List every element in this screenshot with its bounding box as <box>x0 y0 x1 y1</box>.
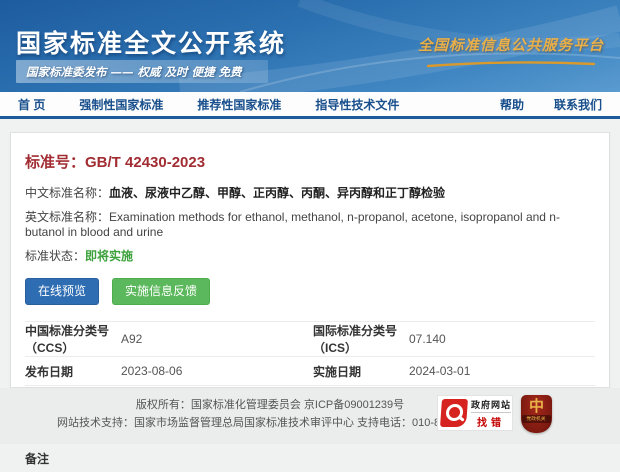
platform-name: 全国标准信息公共服务平台 <box>418 34 604 55</box>
status-badge: 即将实施 <box>85 249 133 263</box>
gov-site-error-report-badge[interactable]: 政府网站 找错 <box>437 395 513 431</box>
cn-name-line: 中文标准名称：血液、尿液中乙醇、甲醇、正丙醇、丙酮、异丙醇和正丁醇检验 <box>25 186 595 201</box>
cn-name-label: 中文标准名称： <box>25 186 109 200</box>
standard-number-value: GB/T 42430-2023 <box>85 154 205 171</box>
nav-item-mandatory-standards[interactable]: 强制性国家标准 <box>79 96 163 113</box>
table-row: 备注 <box>25 443 595 472</box>
footer-badges: 政府网站 找错 中 党政机关 <box>437 395 552 433</box>
detail-label-ics: 国际标准分类号（ICS） <box>313 322 409 356</box>
action-buttons: 在线预览 实施信息反馈 <box>25 278 595 305</box>
status-label: 标准状态： <box>25 249 85 263</box>
en-name-label: 英文标准名称： <box>25 210 109 224</box>
magnifier-icon <box>440 399 468 427</box>
header-banner: 国家标准全文公开系统 国家标准委发布 —— 权威 及时 便捷 免费 全国标准信息… <box>0 0 620 92</box>
nav-item-home[interactable]: 首 页 <box>18 96 45 113</box>
implementation-feedback-button[interactable]: 实施信息反馈 <box>112 278 210 305</box>
table-row: 发布日期 2023-08-06 实施日期 2024-03-01 <box>25 356 595 385</box>
shield-band-label: 党政机关 <box>527 416 546 422</box>
cn-name-value: 血液、尿液中乙醇、甲醇、正丙醇、丙酮、异丙醇和正丁醇检验 <box>109 186 445 200</box>
header-slogan: 国家标准委发布 —— 权威 及时 便捷 免费 <box>26 64 242 80</box>
main-nav: 首 页 强制性国家标准 推荐性国家标准 指导性技术文件 帮助 联系我们 <box>0 92 620 119</box>
detail-value-publish-date: 2023-08-06 <box>121 364 313 378</box>
nav-item-contact[interactable]: 联系我们 <box>554 96 602 113</box>
detail-label-publish-date: 发布日期 <box>25 363 121 380</box>
footer-text-block: 版权所有：国家标准化管理委员会 京ICP备09001239号 网站技术支持：国家… <box>40 396 500 432</box>
gold-swoosh-underline <box>426 60 596 68</box>
shield-emblem-icon: 中 <box>529 398 544 414</box>
footer: 版权所有：国家标准化管理委员会 京ICP备09001239号 网站技术支持：国家… <box>0 388 620 444</box>
nav-item-help[interactable]: 帮助 <box>500 96 524 113</box>
standard-number-label: 标准号： <box>25 154 85 171</box>
tech-support-line: 网站技术支持：国家市场监督管理总局国家标准技术审评中心 支持电话：010-822… <box>40 414 500 432</box>
header-sub-banner: 国家标准委发布 —— 权威 及时 便捷 免费 <box>16 60 268 83</box>
shield-band: 党政机关 <box>522 415 550 423</box>
party-gov-shield-badge[interactable]: 中 党政机关 <box>521 395 552 433</box>
standard-detail-panel: 标准号：GB/T 42430-2023 中文标准名称：血液、尿液中乙醇、甲醇、正… <box>10 132 610 388</box>
detail-label-remarks: 备注 <box>25 450 121 467</box>
nav-item-guiding-documents[interactable]: 指导性技术文件 <box>315 96 399 113</box>
error-badge-texts: 政府网站 找错 <box>471 398 511 429</box>
status-line: 标准状态：即将实施 <box>25 249 595 264</box>
nav-right-group: 帮助 联系我们 <box>470 96 602 113</box>
copyright-line: 版权所有：国家标准化管理委员会 京ICP备09001239号 <box>40 396 500 414</box>
standard-number-line: 标准号：GB/T 42430-2023 <box>25 151 595 172</box>
platform-link[interactable]: 全国标准信息公共服务平台 <box>418 34 604 73</box>
en-name-line: 英文标准名称：Examination methods for ethanol, … <box>25 210 595 240</box>
detail-value-implement-date: 2024-03-01 <box>409 364 595 378</box>
table-row: 中国标准分类号（CCS） A92 国际标准分类号（ICS） 07.140 <box>25 321 595 356</box>
detail-value-ccs: A92 <box>121 332 313 346</box>
detail-label-ccs: 中国标准分类号（CCS） <box>25 322 121 356</box>
online-preview-button[interactable]: 在线预览 <box>25 278 99 305</box>
detail-label-implement-date: 实施日期 <box>313 363 409 380</box>
error-badge-line1: 政府网站 <box>471 398 511 413</box>
error-badge-line2: 找错 <box>477 414 505 429</box>
site-title: 国家标准全文公开系统 <box>16 24 286 60</box>
detail-value-ics: 07.140 <box>409 332 595 346</box>
nav-item-recommended-standards[interactable]: 推荐性国家标准 <box>197 96 281 113</box>
